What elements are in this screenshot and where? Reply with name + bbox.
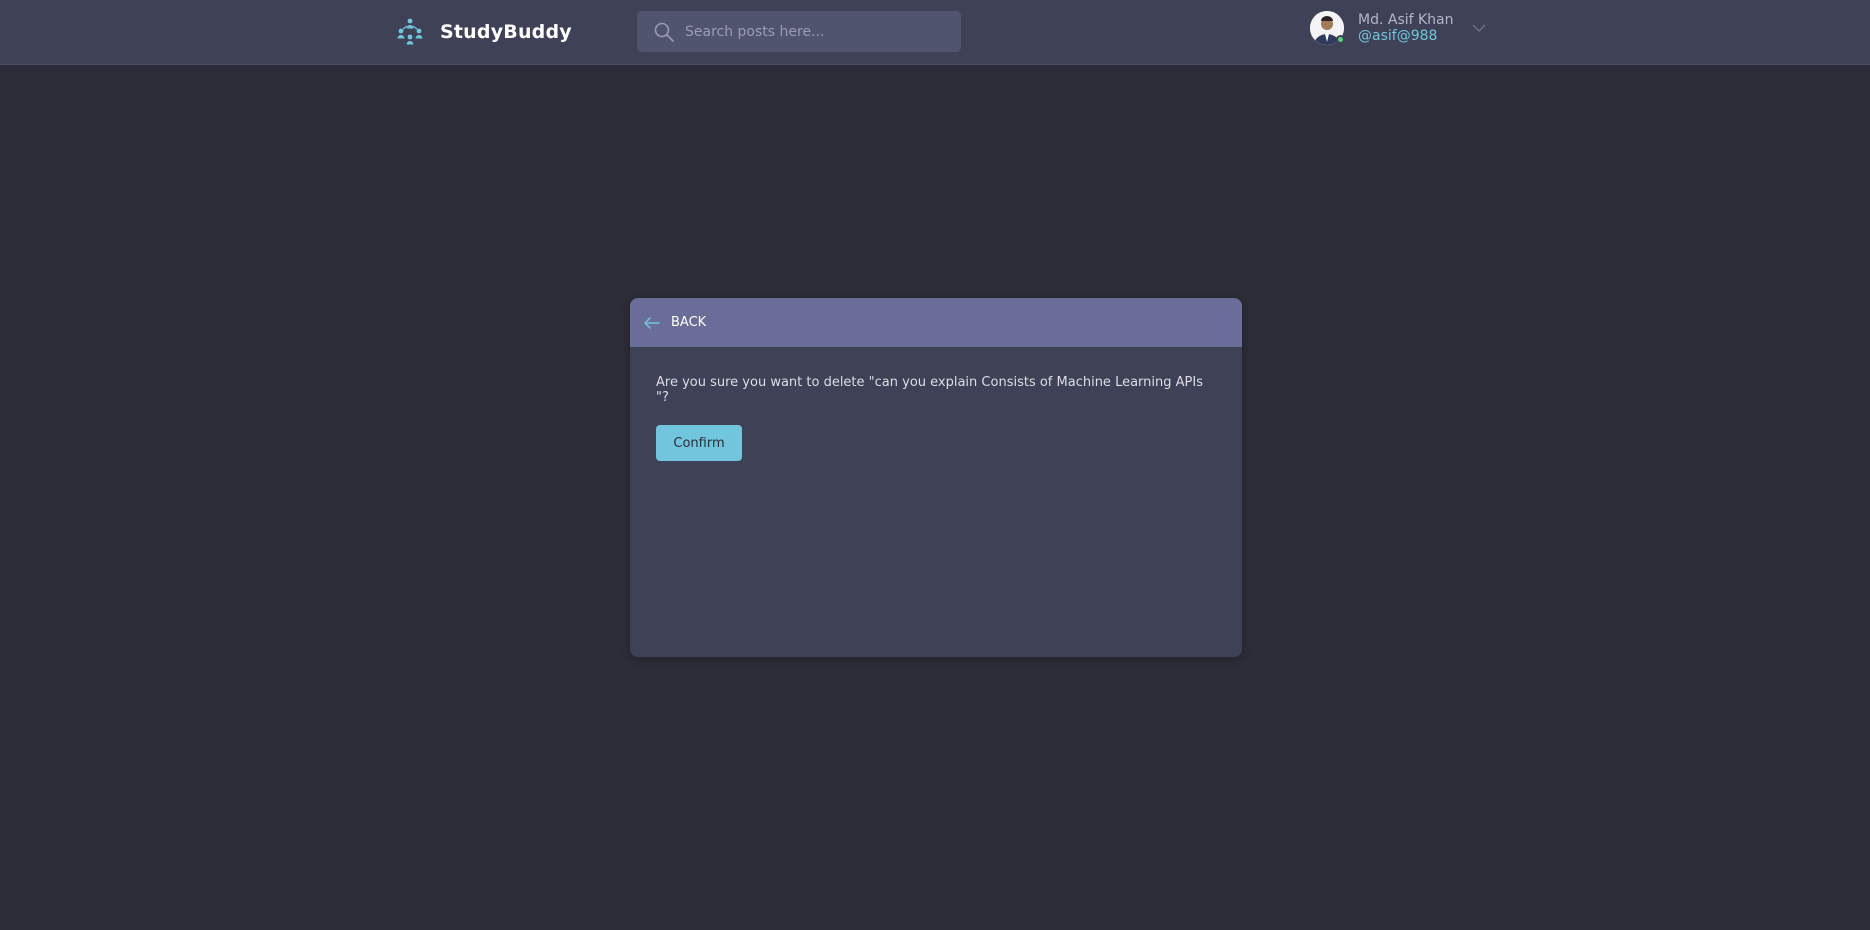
- arrow-left-icon: [644, 316, 660, 329]
- brand-name: StudyBuddy: [440, 21, 572, 43]
- avatar-container: [1310, 11, 1345, 45]
- dialog-header: BACK: [630, 298, 1242, 347]
- user-handle: @asif@988: [1358, 28, 1438, 44]
- back-button[interactable]: BACK: [643, 315, 706, 330]
- confirm-button[interactable]: Confirm: [656, 425, 742, 461]
- user-name: Md. Asif Khan: [1358, 12, 1454, 28]
- search-bar[interactable]: [637, 11, 961, 52]
- chevron-down-icon[interactable]: [1472, 23, 1486, 33]
- brand-logo[interactable]: StudyBuddy: [394, 16, 572, 48]
- study-group-icon: [397, 18, 423, 45]
- confirm-message: Are you sure you want to delete "can you…: [656, 375, 1203, 405]
- delete-confirm-dialog: BACK Are you sure you want to delete "ca…: [630, 298, 1242, 657]
- user-menu[interactable]: Md. Asif Khan @asif@988: [1310, 11, 1486, 45]
- back-label: BACK: [671, 315, 707, 330]
- search-icon: [654, 22, 674, 42]
- top-header: StudyBuddy Md. Asif Khan @asif@988: [0, 0, 1870, 65]
- dialog-body: Are you sure you want to delete "can you…: [630, 347, 1242, 489]
- search-input[interactable]: [685, 23, 945, 40]
- online-status-badge: [1336, 35, 1345, 44]
- user-info: Md. Asif Khan @asif@988: [1358, 12, 1454, 44]
